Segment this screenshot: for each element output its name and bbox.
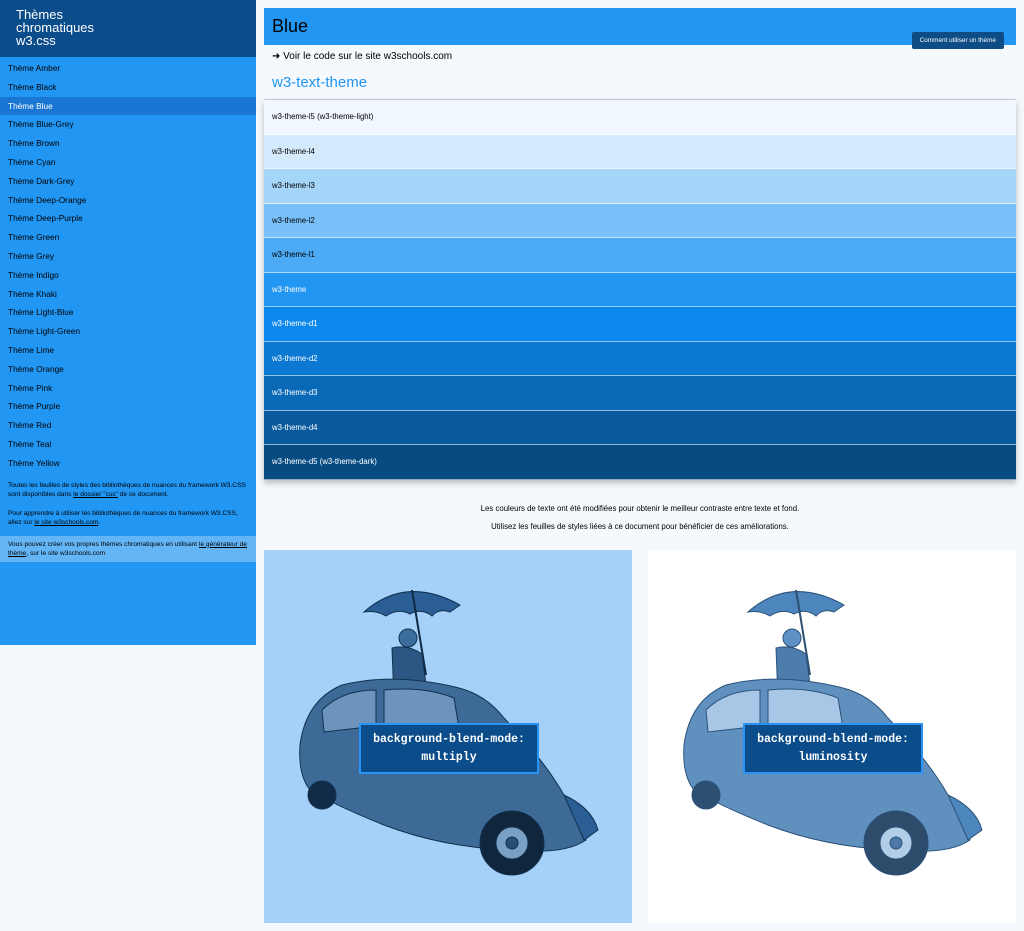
shade-row: w3-theme-d1 [264,307,1016,342]
text-theme-heading: w3-text-theme [272,74,368,91]
multiply-image-panel: background-blend-mode: multiply [264,550,632,923]
sidebar: Thèmes chromatiques w3.css Thème Amber Th… [0,0,256,645]
sidebar-item-lime[interactable]: Thème Lime [0,341,256,360]
sidebar-item-dark-grey[interactable]: Thème Dark-Grey [0,172,256,191]
sidebar-item-black[interactable]: Thème Black [0,78,256,97]
sidebar-title: Thèmes chromatiques w3.css [16,7,95,48]
sidebar-item-light-green[interactable]: Thème Light-Green [0,322,256,341]
shade-row: w3-theme-l1 [264,238,1016,273]
sidebar-item-teal[interactable]: Thème Teal [0,435,256,454]
sidebar-note-generator: Vous pouvez créer vos propres thèmes chr… [0,535,256,563]
shade-row: w3-theme [264,272,1016,307]
contrast-note-line: Utilisez les feuilles de styles liées à … [491,521,789,531]
sidebar-item-yellow[interactable]: Thème Yellow [0,454,256,473]
sidebar-item-purple[interactable]: Thème Purple [0,397,256,416]
shade-row: w3-theme-d5 (w3-theme-dark) [264,445,1016,480]
blend-mode-label: background-blend-mode: multiply [359,723,539,774]
shade-row: w3-theme-d4 [264,410,1016,445]
shade-row: w3-theme-l5 (w3-theme-light) [264,100,1016,135]
sidebar-item-grey[interactable]: Thème Grey [0,247,256,266]
contrast-note: Les couleurs de texte ont été modifiées … [264,500,1016,536]
sidebar-item-green[interactable]: Thème Green [0,228,256,247]
sidebar-note-css-folder: Toutes les feuilles de styles des biblio… [8,481,246,498]
blend-mode-label: background-blend-mode: luminosity [743,723,923,774]
sidebar-note-w3schools: Pour apprendre à utiliser les bibliothèq… [8,510,238,527]
sidebar-item-deep-purple[interactable]: Thème Deep-Purple [0,209,256,228]
sidebar-item-cyan[interactable]: Thème Cyan [0,153,256,172]
sidebar-item-khaki[interactable]: Thème Khaki [0,285,256,304]
sidebar-nav: Thème Amber Thème Black Thème Blue Thème Bl… [0,57,256,473]
sidebar-item-indigo[interactable]: Thème Indigo [0,266,256,285]
sidebar-item-blue[interactable]: Thème Blue [0,96,256,116]
sidebar-header: Thèmes chromatiques w3.css [0,0,256,57]
shade-row: w3-theme-l4 [264,134,1016,169]
luminosity-image-panel: background-blend-mode: luminosity [648,550,1016,923]
sidebar-item-blue-grey[interactable]: Thème Blue-Grey [0,115,256,134]
w3schools-link[interactable]: le site w3schools.com [34,519,98,526]
sidebar-item-pink[interactable]: Thème Pink [0,379,256,398]
main-content: Blue Comment utiliser un thème ➜ Voir le… [264,8,1016,536]
page-title: Blue [272,16,309,36]
sidebar-item-deep-orange[interactable]: Thème Deep-Orange [0,191,256,210]
shade-row: w3-theme-l3 [264,169,1016,204]
shade-row: w3-theme-l2 [264,203,1016,238]
sidebar-item-brown[interactable]: Thème Brown [0,134,256,153]
shade-row: w3-theme-d3 [264,376,1016,411]
sidebar-item-amber[interactable]: Thème Amber [0,59,256,78]
shade-row: w3-theme-d2 [264,341,1016,376]
theme-header: Blue Comment utiliser un thème [264,8,1016,49]
contrast-note-line: Les couleurs de texte ont été modifiées … [480,503,800,513]
how-to-use-theme-button[interactable]: Comment utiliser un thème [911,32,1004,49]
view-code-link[interactable]: ➜ Voir le code sur le site w3schools.com [264,45,1016,65]
sidebar-item-light-blue[interactable]: Thème Light-Blue [0,303,256,322]
css-folder-link[interactable]: le dossier "css" [73,491,118,498]
sidebar-item-red[interactable]: Thème Red [0,416,256,435]
sidebar-item-orange[interactable]: Thème Orange [0,360,256,379]
shade-list: w3-theme-l5 (w3-theme-light) w3-theme-l4 w… [264,100,1016,480]
